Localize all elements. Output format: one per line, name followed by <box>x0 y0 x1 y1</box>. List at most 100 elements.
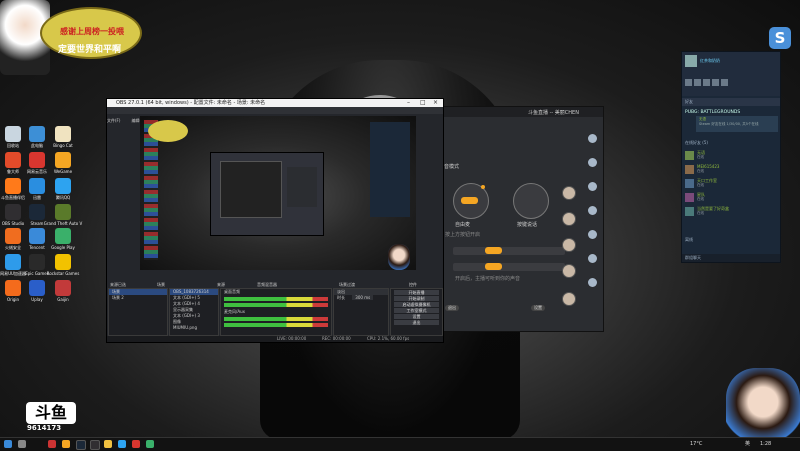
desktop-icon[interactable]: OBS Studio <box>2 204 24 226</box>
minimize-icon[interactable]: – <box>407 99 410 107</box>
side-avatar-4[interactable] <box>562 264 576 278</box>
virtual-camera-button[interactable]: 启动虚拟摄像机 <box>394 302 439 307</box>
obs-taskbar-icon[interactable] <box>90 440 100 450</box>
qq-taskbar-icon[interactable] <box>118 440 126 448</box>
desktop-icon[interactable]: 斗鱼直播伴侣 <box>1 178 25 201</box>
obs-titlebar[interactable]: OBS 27.0.1 (64 bit, windows) - 配置文件: 未命名… <box>107 99 443 107</box>
chat-settings-button[interactable]: 设置 <box>531 305 545 311</box>
steam-logo-icon[interactable]: S <box>769 27 791 49</box>
steam-friend-row[interactable]: 天口工作室 在线 <box>685 178 777 190</box>
desktop-audio-meter[interactable] <box>224 297 328 301</box>
strip-avatar-6[interactable] <box>588 254 597 263</box>
taskbar-app-icon[interactable] <box>62 440 70 448</box>
desktop-audio-meter-2[interactable] <box>224 303 328 307</box>
steam-self-avatar[interactable] <box>685 55 697 67</box>
taskbar-app-icon[interactable] <box>48 440 56 448</box>
steam-taskbar-icon[interactable] <box>76 440 86 450</box>
strip-avatar-4[interactable] <box>588 206 597 215</box>
search-icon[interactable] <box>18 440 26 448</box>
desktop-icon[interactable]: 鲁大师 <box>2 152 24 175</box>
side-avatar-1[interactable] <box>562 186 576 200</box>
desktop-icon[interactable]: 迅雷 <box>26 178 48 201</box>
desktop-icon[interactable]: Origin <box>2 280 24 302</box>
mic-audio-meter[interactable] <box>224 317 328 321</box>
side-avatar-2[interactable] <box>562 212 576 226</box>
desktop-icon[interactable]: 网易UU加速器 <box>0 254 26 277</box>
desktop-icon[interactable]: Google Play <box>51 228 75 250</box>
steam-recent-avatar-4[interactable] <box>712 79 719 86</box>
desktop-icon[interactable]: 此电脑 <box>26 126 48 149</box>
obs-window[interactable]: OBS 27.0.1 (64 bit, windows) - 配置文件: 未命名… <box>106 98 444 343</box>
chat-exit-button[interactable]: 退出 <box>445 305 459 311</box>
close-icon[interactable]: × <box>433 99 438 107</box>
app-icon <box>29 126 45 142</box>
duration-input[interactable]: 300 ms <box>352 295 374 300</box>
desktop-icon[interactable]: 网易云音乐 <box>26 152 48 175</box>
steam-friend-search[interactable]: 好友 <box>682 98 780 106</box>
banner-line-2: 定要世界和平啊 <box>58 45 122 55</box>
music-taskbar-icon[interactable] <box>132 440 140 448</box>
steam-game-card[interactable]: 无语 Steam 好友在线 1/30/00, 共5个在线 <box>696 116 778 132</box>
steam-friend-row[interactable]: 无语 在线 <box>685 150 777 162</box>
mic-audio-meter-2[interactable] <box>224 323 328 327</box>
start-recording-button[interactable]: 开始录制 <box>394 296 439 301</box>
steam-self-name[interactable]: 红茶和奶奶 <box>700 58 720 64</box>
free-mic-active-pill[interactable] <box>461 197 478 204</box>
desktop-icon[interactable]: Grand Theft Auto V <box>44 204 82 226</box>
desktop-icon[interactable]: 回收站 <box>2 126 24 149</box>
weather-temp[interactable]: 17°C <box>690 438 702 451</box>
steam-recent-avatar-5[interactable] <box>721 79 728 86</box>
strip-avatar-5[interactable] <box>588 230 597 239</box>
desktop-icon[interactable]: 腾讯QQ <box>52 178 74 201</box>
menu-file[interactable]: 文件(F) <box>107 118 120 123</box>
maximize-icon[interactable]: □ <box>420 99 426 107</box>
desktop-icon-label: Steam <box>30 221 44 226</box>
steam-recent-avatar-3[interactable] <box>703 79 710 86</box>
mic-badge[interactable] <box>485 263 502 270</box>
strip-avatar-1[interactable] <box>588 134 597 143</box>
steam-recent-avatar-1[interactable] <box>685 79 692 86</box>
desktop-icon[interactable]: 火绒安全 <box>2 228 24 251</box>
side-avatar-3[interactable] <box>562 238 576 252</box>
windows-start-icon[interactable] <box>4 440 12 448</box>
strip-avatar-7[interactable] <box>588 278 597 287</box>
obs-preview-canvas[interactable] <box>140 116 416 270</box>
strip-avatar-2[interactable] <box>588 158 597 167</box>
desktop-icon[interactable]: Epic Games <box>25 254 49 276</box>
start-streaming-button[interactable]: 开始直播 <box>394 290 439 295</box>
steam-friends-window[interactable]: 红茶和奶奶 好友 PUBG: BATTLEGROUNDS 无语 Steam 好友… <box>681 51 781 263</box>
desktop-icon[interactable]: WeGame <box>52 152 74 174</box>
steam-friend-row[interactable]: 当然是要了好奇盒 在线 <box>685 206 777 218</box>
exit-button[interactable]: 退出 <box>394 320 439 325</box>
steam-recent-avatar-2[interactable] <box>694 79 701 86</box>
scene-item[interactable]: 场景 2 <box>109 295 167 301</box>
desktop-icon[interactable]: Tencent <box>26 228 48 250</box>
steam-offline-group[interactable]: 离线 <box>685 237 693 243</box>
friend-avatar <box>685 179 694 188</box>
desktop-icon[interactable]: Bingo Cat <box>52 126 74 148</box>
file-explorer-icon[interactable] <box>104 440 112 448</box>
volume-row[interactable] <box>453 247 565 255</box>
steam-online-group[interactable]: 在线好友 (5) <box>685 140 708 146</box>
mic-row[interactable] <box>453 263 565 271</box>
desktop-icon[interactable]: Rockstar Games <box>47 254 79 276</box>
side-avatar-5[interactable] <box>562 292 576 306</box>
strip-avatar-3[interactable] <box>588 182 597 191</box>
chat-taskbar-icon[interactable] <box>146 440 154 448</box>
studio-mode-button[interactable]: 工作室模式 <box>394 308 439 313</box>
steam-friend-row[interactable]: MEI615423 在线 <box>685 164 777 176</box>
hint-1: 按上方按钮开启 <box>445 232 481 238</box>
volume-badge[interactable] <box>485 247 502 254</box>
input-method[interactable]: 英 <box>745 438 750 451</box>
source-item[interactable]: MIUMIU.png <box>170 325 218 331</box>
clock-time[interactable]: 1:28 <box>760 438 771 451</box>
desktop-icon[interactable]: Uplay <box>26 280 48 302</box>
settings-button[interactable]: 设置 <box>394 314 439 319</box>
desktop-icon[interactable]: Gaijin <box>52 280 74 302</box>
preview-icon-column <box>144 120 158 260</box>
steam-group-chats[interactable]: 群组聊天 <box>682 254 780 262</box>
chat-titlebar[interactable]: 斗鱼直播 -- 美丽CHEN <box>433 107 603 117</box>
steam-friend-row[interactable]: 星队 在线 <box>685 192 777 204</box>
push-to-talk-circle[interactable] <box>513 183 549 219</box>
voice-chat-window[interactable]: 斗鱼直播 -- 美丽CHEN 语音模式 自由麦 按键说话 按上方按钮开启 开启后… <box>432 106 604 332</box>
